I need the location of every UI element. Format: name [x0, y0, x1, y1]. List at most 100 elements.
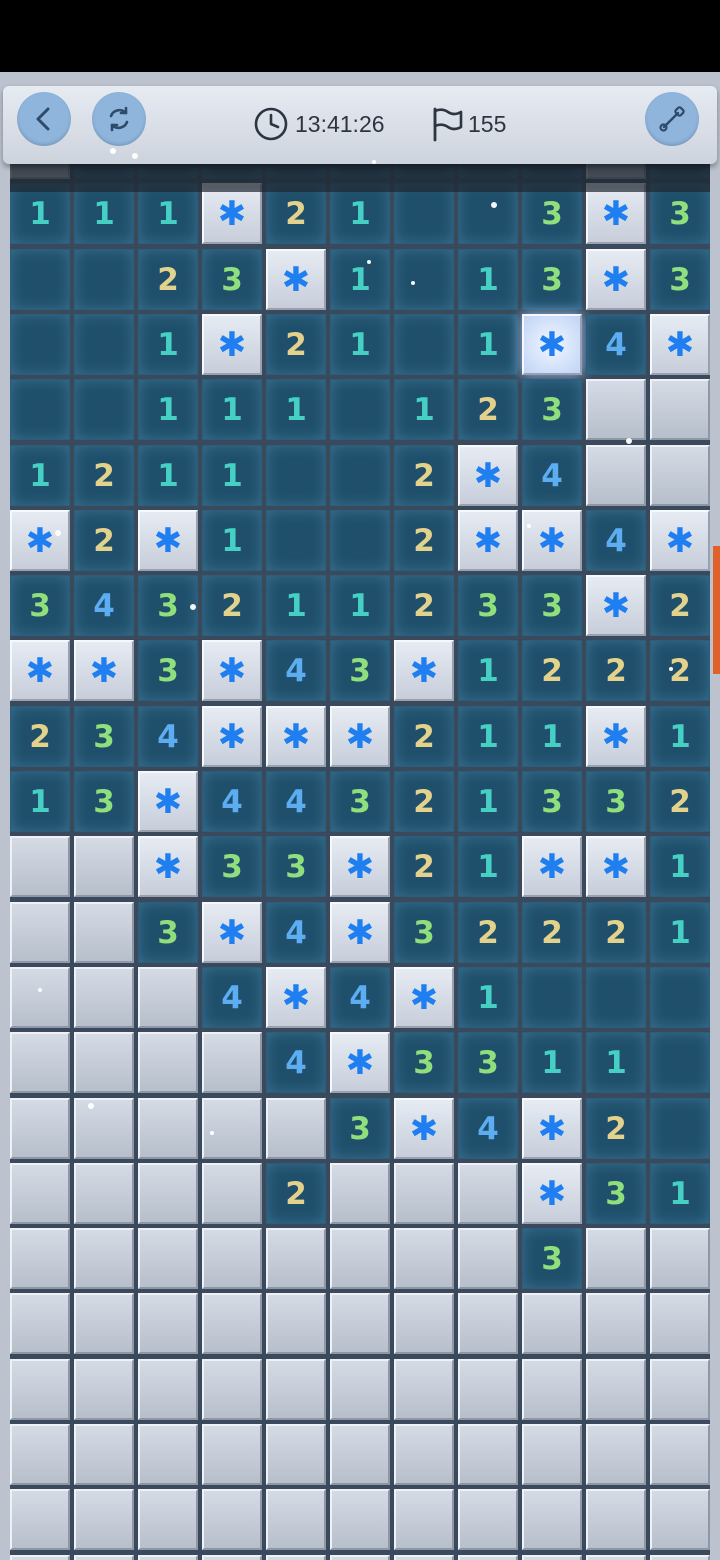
number-cell[interactable]: 1 [458, 836, 518, 897]
unopened-cell[interactable] [10, 1098, 70, 1159]
flagged-cell[interactable]: ✱ [202, 902, 262, 963]
number-cell[interactable]: 1 [650, 706, 710, 767]
unopened-cell[interactable] [202, 1228, 262, 1289]
flagged-cell[interactable]: ✱ [266, 967, 326, 1028]
number-cell[interactable]: 2 [586, 1098, 646, 1159]
number-cell[interactable]: 2 [586, 640, 646, 701]
unopened-cell[interactable] [10, 1555, 70, 1560]
unopened-cell[interactable] [202, 1424, 262, 1485]
unopened-cell[interactable] [650, 1424, 710, 1485]
number-cell[interactable]: 2 [266, 183, 326, 244]
number-cell[interactable]: 4 [330, 967, 390, 1028]
flagged-cell[interactable]: ✱ [522, 1098, 582, 1159]
unopened-cell[interactable] [330, 1359, 390, 1420]
number-cell[interactable]: 4 [522, 445, 582, 506]
number-cell[interactable]: 3 [522, 183, 582, 244]
number-cell[interactable]: 1 [586, 1032, 646, 1093]
number-cell[interactable]: 4 [138, 706, 198, 767]
number-cell[interactable]: 3 [586, 1163, 646, 1224]
unopened-cell[interactable] [330, 1163, 390, 1224]
number-cell[interactable]: 1 [138, 379, 198, 440]
unopened-cell[interactable] [586, 1424, 646, 1485]
unopened-cell[interactable] [10, 902, 70, 963]
empty-cell[interactable] [650, 967, 710, 1028]
number-cell[interactable]: 4 [202, 771, 262, 832]
number-cell[interactable]: 1 [458, 640, 518, 701]
unopened-cell[interactable] [74, 1424, 134, 1485]
flagged-cell[interactable]: ✱ [394, 1098, 454, 1159]
unopened-cell[interactable] [74, 1359, 134, 1420]
unopened-cell[interactable] [138, 1293, 198, 1354]
unopened-cell[interactable] [74, 1489, 134, 1550]
unopened-cell[interactable] [74, 1555, 134, 1560]
number-cell[interactable]: 4 [202, 967, 262, 1028]
number-cell[interactable]: 3 [10, 575, 70, 636]
unopened-cell[interactable] [10, 1424, 70, 1485]
empty-cell[interactable] [394, 314, 454, 375]
unopened-cell[interactable] [74, 1228, 134, 1289]
number-cell[interactable]: 1 [458, 706, 518, 767]
number-cell[interactable]: 3 [330, 771, 390, 832]
number-cell[interactable]: 3 [522, 379, 582, 440]
number-cell[interactable]: 1 [330, 314, 390, 375]
unopened-cell[interactable] [10, 1163, 70, 1224]
number-cell[interactable]: 1 [650, 902, 710, 963]
flagged-cell[interactable]: ✱ [330, 902, 390, 963]
unopened-cell[interactable] [74, 967, 134, 1028]
unopened-cell[interactable] [330, 1555, 390, 1560]
flagged-cell[interactable]: ✱ [522, 1163, 582, 1224]
number-cell[interactable]: 1 [266, 379, 326, 440]
number-cell[interactable]: 3 [394, 1032, 454, 1093]
unopened-cell[interactable] [394, 1293, 454, 1354]
number-cell[interactable]: 4 [266, 771, 326, 832]
unopened-cell[interactable] [650, 379, 710, 440]
unopened-cell[interactable] [522, 1359, 582, 1420]
number-cell[interactable]: 1 [522, 1032, 582, 1093]
number-cell[interactable]: 2 [266, 1163, 326, 1224]
flagged-cell[interactable]: ✱ [458, 510, 518, 571]
number-cell[interactable]: 3 [330, 640, 390, 701]
empty-cell[interactable] [74, 379, 134, 440]
unopened-cell[interactable] [10, 1489, 70, 1550]
empty-cell[interactable] [586, 967, 646, 1028]
empty-cell[interactable] [266, 510, 326, 571]
flagged-cell[interactable]: ✱ [650, 510, 710, 571]
empty-cell[interactable] [10, 249, 70, 310]
number-cell[interactable]: 3 [394, 902, 454, 963]
unopened-cell[interactable] [138, 1098, 198, 1159]
number-cell[interactable]: 1 [74, 183, 134, 244]
number-cell[interactable]: 3 [458, 1032, 518, 1093]
unopened-cell[interactable] [586, 379, 646, 440]
number-cell[interactable]: 1 [650, 836, 710, 897]
unopened-cell[interactable] [138, 1163, 198, 1224]
number-cell[interactable]: 3 [522, 1228, 582, 1289]
unopened-cell[interactable] [138, 1228, 198, 1289]
number-cell[interactable]: 2 [394, 836, 454, 897]
number-cell[interactable]: 3 [458, 575, 518, 636]
number-cell[interactable]: 4 [586, 510, 646, 571]
flagged-cell[interactable]: ✱ [10, 510, 70, 571]
unopened-cell[interactable] [10, 1293, 70, 1354]
unopened-cell[interactable] [74, 836, 134, 897]
number-cell[interactable]: 3 [202, 836, 262, 897]
unopened-cell[interactable] [10, 967, 70, 1028]
number-cell[interactable]: 2 [394, 445, 454, 506]
unopened-cell[interactable] [202, 1555, 262, 1560]
unopened-cell[interactable] [586, 1228, 646, 1289]
flagged-cell[interactable]: ✱ [522, 836, 582, 897]
unopened-cell[interactable] [202, 1293, 262, 1354]
unopened-cell[interactable] [458, 1163, 518, 1224]
number-cell[interactable]: 4 [458, 1098, 518, 1159]
unopened-cell[interactable] [650, 1555, 710, 1560]
number-cell[interactable]: 3 [522, 771, 582, 832]
number-cell[interactable]: 1 [458, 249, 518, 310]
restart-button[interactable] [92, 92, 146, 146]
unopened-cell[interactable] [138, 1489, 198, 1550]
unopened-cell[interactable] [586, 1555, 646, 1560]
number-cell[interactable]: 3 [522, 249, 582, 310]
unopened-cell[interactable] [10, 1359, 70, 1420]
flagged-cell[interactable]: ✱ [330, 706, 390, 767]
flagged-cell[interactable]: ✱ [202, 183, 262, 244]
number-cell[interactable]: 3 [74, 706, 134, 767]
flagged-cell[interactable]: ✱ [586, 706, 646, 767]
